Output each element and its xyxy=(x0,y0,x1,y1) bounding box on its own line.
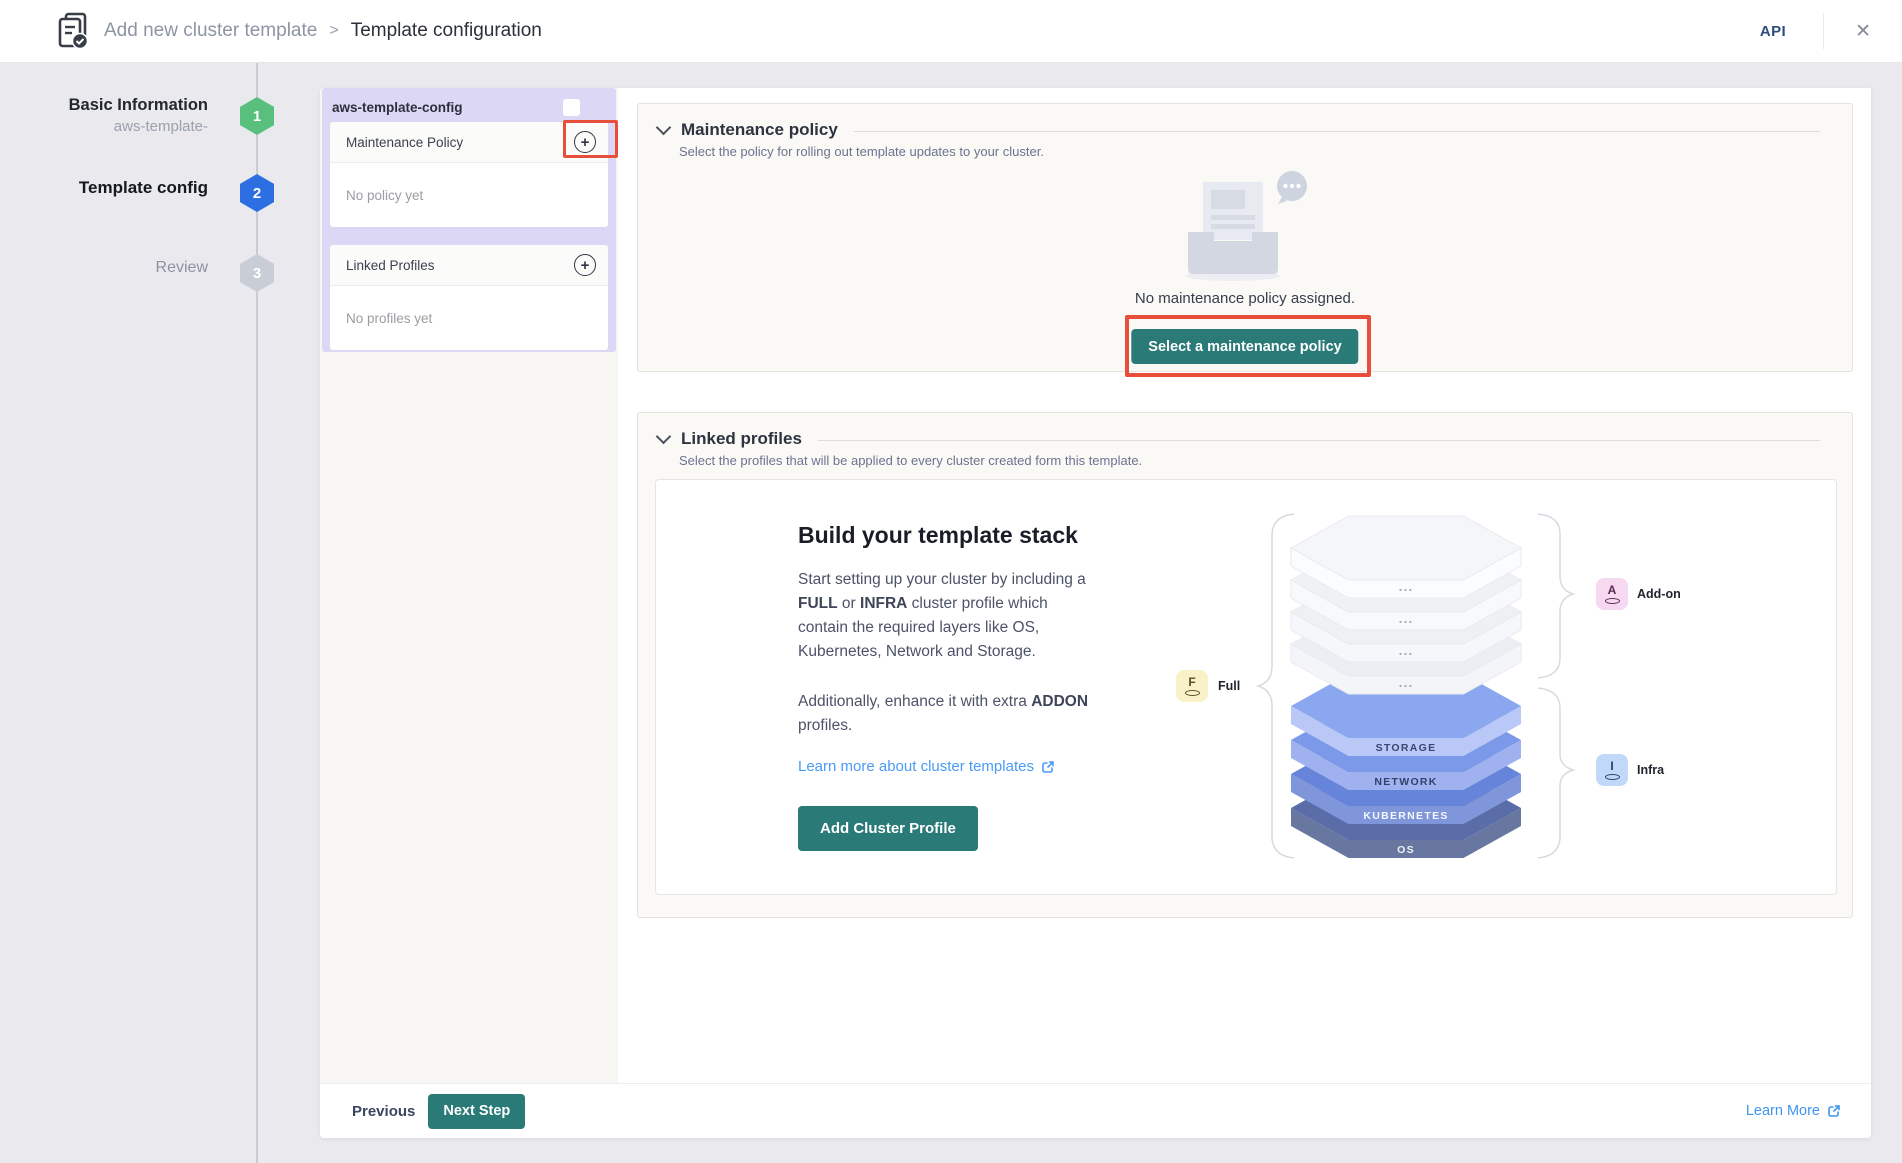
linked-profiles-group: Linked Profiles + No profiles yet xyxy=(330,245,608,350)
stack-layer-label: ... xyxy=(1399,674,1414,690)
maintenance-policy-empty-text: No policy yet xyxy=(330,163,608,227)
stack-layer-label: KUBERNETES xyxy=(1363,810,1448,822)
template-checkbox[interactable] xyxy=(563,99,580,116)
cluster-template-document-check-icon xyxy=(56,12,90,50)
api-link[interactable]: API xyxy=(1760,23,1786,40)
add-cluster-profile-button[interactable]: Add Cluster Profile xyxy=(798,806,978,851)
profile-layer-glyph xyxy=(1605,598,1620,604)
template-config-tree: aws-template-config Maintenance Policy +… xyxy=(322,88,616,352)
section-subtitle: Select the profiles that will be applied… xyxy=(679,453,1142,468)
divider xyxy=(1823,13,1824,49)
config-left-column: aws-template-config Maintenance Policy +… xyxy=(320,88,618,1083)
breadcrumb: Add new cluster template > Template conf… xyxy=(104,0,542,62)
maintenance-policy-section: Maintenance policy Select the policy for… xyxy=(637,103,1853,372)
template-name-label: aws-template-config xyxy=(332,100,463,115)
learn-more-cluster-templates-link[interactable]: Learn more about cluster templates xyxy=(798,758,1055,775)
breadcrumb-separator: > xyxy=(329,22,338,40)
card-heading: Build your template stack xyxy=(798,522,1078,549)
close-icon[interactable]: ✕ xyxy=(1855,22,1871,41)
step-3-hexagon[interactable]: 3 xyxy=(240,254,274,292)
stack-layer-label: NETWORK xyxy=(1374,776,1437,788)
next-step-button[interactable]: Next Step xyxy=(428,1094,525,1129)
template-configuration-panel: aws-template-config Maintenance Policy +… xyxy=(320,88,1871,1138)
link-label: Learn more about cluster templates xyxy=(798,758,1034,775)
add-linked-profile-button[interactable]: + xyxy=(574,254,596,276)
external-link-icon xyxy=(1827,1104,1841,1118)
stepper-line xyxy=(256,62,258,1163)
external-link-icon xyxy=(1041,760,1055,774)
page: Add new cluster template > Template conf… xyxy=(0,0,1902,1163)
badge-letter: F xyxy=(1188,677,1195,688)
linked-profiles-section: Linked profiles Select the profiles that… xyxy=(637,412,1853,918)
empty-inbox-illustration xyxy=(1170,166,1320,284)
divider xyxy=(818,440,1820,441)
top-bar: Add new cluster template > Template conf… xyxy=(0,0,1902,63)
learn-more-link[interactable]: Learn More xyxy=(1746,1103,1841,1119)
step-title: Basic Information xyxy=(0,95,208,115)
step-number: 2 xyxy=(253,185,261,202)
page-title: Template configuration xyxy=(351,20,542,42)
section-title: Linked profiles xyxy=(681,429,802,449)
link-label: Learn More xyxy=(1746,1103,1820,1119)
stack-layer-label: ... xyxy=(1399,578,1414,594)
previous-button[interactable]: Previous xyxy=(352,1103,415,1120)
full-badge-label: Full xyxy=(1218,679,1240,693)
stack-layer-label: ... xyxy=(1399,642,1414,658)
card-paragraph-1: Start setting up your cluster by includi… xyxy=(798,568,1093,664)
infra-profile-badge: I xyxy=(1596,754,1628,786)
step-title: Review xyxy=(0,258,208,278)
step-number: 3 xyxy=(253,265,261,282)
section-title: Maintenance policy xyxy=(681,120,838,140)
step-1-hexagon[interactable]: 1 xyxy=(240,97,274,135)
template-stack-illustration: ............ STORAGE NETWORK KUBERNETES OS F… xyxy=(1156,490,1818,890)
breadcrumb-parent[interactable]: Add new cluster template xyxy=(104,20,317,42)
infra-badge-label: Infra xyxy=(1637,763,1664,777)
full-profile-badge: F xyxy=(1176,670,1208,702)
chevron-down-icon[interactable] xyxy=(656,429,672,445)
maintenance-policy-group: Maintenance Policy + No policy yet xyxy=(330,122,608,227)
profile-layer-glyph xyxy=(1605,774,1620,780)
stack-layer-label: OS xyxy=(1397,844,1415,856)
stepper-step-template-config[interactable]: Template config xyxy=(0,178,208,198)
addon-badge-label: Add-on xyxy=(1637,587,1681,601)
stepper-step-basic-information[interactable]: Basic Information aws-template- xyxy=(0,95,208,138)
badge-letter: A xyxy=(1608,585,1617,596)
stepper-step-review[interactable]: Review xyxy=(0,258,208,278)
card-paragraph-2: Additionally, enhance it with extra ADDO… xyxy=(798,690,1093,738)
linked-profiles-group-label: Linked Profiles xyxy=(346,258,435,273)
wizard-footer: Previous Next Step Learn More xyxy=(320,1083,1871,1138)
step-2-hexagon[interactable]: 2 xyxy=(240,174,274,212)
step-subtitle: aws-template- xyxy=(0,115,208,138)
stack-layers-svg: ............ STORAGE NETWORK KUBERNETES OS xyxy=(1156,490,1818,890)
stack-layer-label: STORAGE xyxy=(1376,742,1437,754)
select-maintenance-policy-button[interactable]: Select a maintenance policy xyxy=(1131,329,1358,364)
top-bar-actions: API ✕ xyxy=(1760,0,1902,62)
maintenance-policy-group-label: Maintenance Policy xyxy=(346,135,463,150)
section-subtitle: Select the policy for rolling out templa… xyxy=(679,144,1044,159)
chevron-down-icon[interactable] xyxy=(656,120,672,136)
step-title: Template config xyxy=(0,178,208,198)
stack-layer-label: ... xyxy=(1399,610,1414,626)
divider xyxy=(854,131,1820,132)
main-content: Maintenance policy Select the policy for… xyxy=(618,88,1871,1083)
no-policy-message: No maintenance policy assigned. xyxy=(638,290,1852,307)
add-maintenance-policy-button[interactable]: + xyxy=(574,131,596,153)
badge-letter: I xyxy=(1610,761,1613,772)
profile-layer-glyph xyxy=(1185,690,1200,696)
linked-profiles-empty-text: No profiles yet xyxy=(330,286,608,350)
build-template-stack-card: Build your template stack Start setting … xyxy=(655,479,1837,895)
step-number: 1 xyxy=(253,108,261,125)
addon-profile-badge: A xyxy=(1596,578,1628,610)
